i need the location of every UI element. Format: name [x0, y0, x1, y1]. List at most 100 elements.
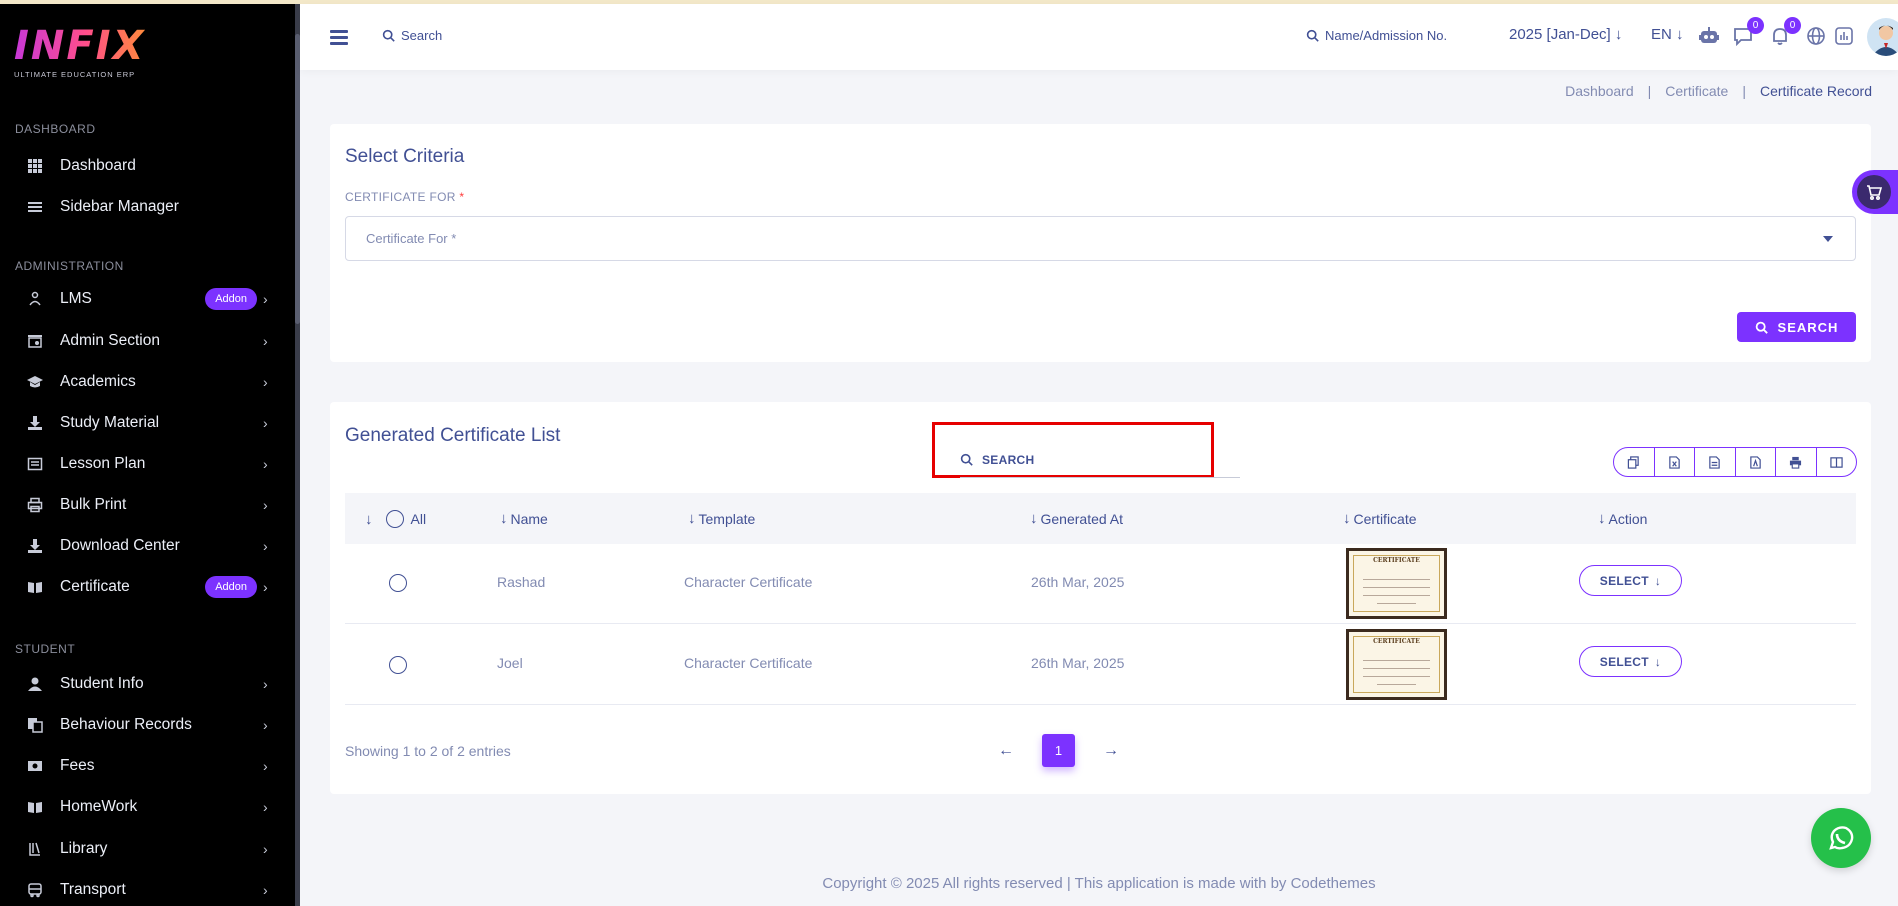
chat-icon[interactable]: 0: [1732, 17, 1764, 47]
breadcrumb-separator: |: [1647, 83, 1652, 99]
arrow-down-icon: ↓: [1654, 573, 1662, 588]
prev-page-icon[interactable]: ←: [998, 742, 1014, 760]
sidebar-scrollbar[interactable]: [295, 4, 300, 906]
column-action[interactable]: ↓ Action: [1598, 510, 1647, 527]
arrow-down-icon: ↓: [1654, 654, 1662, 669]
row-select-radio[interactable]: [389, 574, 407, 592]
printer-icon: [1790, 456, 1802, 469]
breadcrumb-dashboard[interactable]: Dashboard: [1565, 83, 1634, 99]
lms-icon: [27, 291, 43, 307]
sidebar-item-fees[interactable]: Fees ›: [0, 749, 295, 783]
caret-down-icon: [1823, 236, 1833, 242]
copy-icon: [1628, 455, 1639, 469]
row-name: Rashad: [497, 574, 546, 590]
chat-count-badge: 0: [1747, 17, 1764, 34]
column-template[interactable]: ↓ Template: [688, 510, 755, 527]
print-button[interactable]: [1776, 448, 1817, 476]
search-icon: [1306, 29, 1319, 42]
table-search-placeholder: SEARCH: [982, 452, 1035, 467]
select-action-label: SELECT: [1599, 573, 1649, 588]
required-mark: *: [459, 190, 465, 204]
bell-icon[interactable]: 0: [1769, 17, 1801, 47]
chevron-right-icon: ›: [263, 415, 268, 431]
header-search[interactable]: Search: [382, 28, 442, 43]
sidebar-item-admin-section[interactable]: Admin Section ›: [0, 324, 295, 358]
library-icon: [27, 841, 43, 857]
bus-icon: [27, 882, 43, 898]
sidebar-item-academics[interactable]: Academics ›: [0, 365, 295, 399]
grid-icon: [27, 158, 43, 174]
book-open-icon: [27, 579, 43, 595]
sidebar-item-label: Download Center: [60, 537, 180, 554]
language-label: EN: [1651, 26, 1672, 43]
csv-button[interactable]: [1695, 448, 1736, 476]
generated-certificate-list-card: Generated Certificate List SEARCH ↓ All …: [330, 402, 1871, 794]
chevron-right-icon: ›: [263, 882, 268, 898]
select-all-header[interactable]: ↓ All: [365, 510, 426, 528]
whatsapp-button[interactable]: [1811, 808, 1871, 868]
sidebar-item-study-material[interactable]: Study Material ›: [0, 406, 295, 440]
notification-count-badge: 0: [1784, 17, 1801, 34]
select-all-radio[interactable]: [385, 510, 404, 528]
excel-button[interactable]: [1655, 448, 1695, 476]
search-icon: [960, 453, 973, 466]
sidebar-item-library[interactable]: Library ›: [0, 832, 295, 866]
report-icon[interactable]: [1833, 25, 1855, 47]
avatar[interactable]: [1867, 18, 1898, 56]
sidebar-item-student-info[interactable]: Student Info ›: [0, 667, 295, 701]
admission-search[interactable]: Name/Admission No.: [1306, 28, 1447, 43]
column-header-template: Template: [698, 510, 756, 527]
floating-cart-button[interactable]: [1852, 170, 1898, 214]
chevron-right-icon: ›: [263, 374, 268, 390]
sidebar-item-sidebar-manager[interactable]: Sidebar Manager: [0, 190, 295, 224]
sidebar-item-transport[interactable]: Transport ›: [0, 873, 295, 906]
sidebar-item-dashboard[interactable]: Dashboard: [0, 149, 295, 183]
copy-button[interactable]: [1614, 448, 1655, 476]
column-generated-at[interactable]: ↓ Generated At: [1030, 510, 1123, 527]
academic-year-select[interactable]: 2025 [Jan-Dec] ↓: [1509, 26, 1622, 43]
sidebar-item-certificate[interactable]: Certificate Addon ›: [0, 570, 295, 604]
logo[interactable]: INFIX ULTIMATE EDUCATION ERP: [14, 24, 145, 79]
sidebar-item-label: Sidebar Manager: [60, 198, 179, 215]
certificate-thumbnail[interactable]: CERTIFICATE: [1346, 548, 1447, 619]
sidebar-scrollbar-thumb[interactable]: [295, 34, 300, 324]
pagination: ← 1 →: [998, 734, 1119, 767]
sidebar: INFIX ULTIMATE EDUCATION ERP DASHBOARD D…: [0, 4, 300, 906]
robot-icon[interactable]: [1698, 25, 1720, 47]
column-visibility-button[interactable]: [1817, 448, 1857, 476]
pdf-button[interactable]: [1736, 448, 1776, 476]
chevron-right-icon: ›: [263, 799, 268, 815]
footer-copyright: Copyright © 2025 All rights reserved | T…: [822, 875, 1376, 892]
sort-arrow-icon: ↓: [1343, 510, 1351, 527]
sidebar-item-label: HomeWork: [60, 798, 138, 815]
sidebar-item-homework[interactable]: HomeWork ›: [0, 790, 295, 824]
sidebar-item-bulk-print[interactable]: Bulk Print ›: [0, 488, 295, 522]
page-number-button[interactable]: 1: [1042, 734, 1075, 767]
select-action-button[interactable]: SELECT ↓: [1579, 565, 1682, 596]
column-name[interactable]: ↓ Name: [500, 510, 548, 527]
academic-year-label: 2025 [Jan-Dec]: [1509, 26, 1611, 43]
chevron-right-icon: ›: [263, 538, 268, 554]
certificate-for-placeholder: Certificate For *: [366, 231, 457, 246]
sidebar-item-behaviour-records[interactable]: Behaviour Records ›: [0, 708, 295, 742]
logo-tagline: ULTIMATE EDUCATION ERP: [14, 70, 136, 79]
language-select[interactable]: EN ↓: [1651, 26, 1684, 43]
breadcrumb-certificate[interactable]: Certificate: [1665, 83, 1728, 99]
next-page-icon[interactable]: →: [1103, 742, 1119, 760]
sidebar-item-label: LMS: [60, 290, 92, 307]
select-action-button[interactable]: SELECT ↓: [1579, 646, 1682, 677]
certificate-thumbnail[interactable]: CERTIFICATE: [1346, 629, 1447, 700]
table-search-input[interactable]: SEARCH: [960, 442, 1240, 478]
certificate-thumbnail-line: [1363, 579, 1430, 580]
certificate-for-select[interactable]: Certificate For *: [345, 216, 1856, 261]
menu-toggle-icon[interactable]: [330, 30, 348, 45]
globe-icon[interactable]: [1805, 25, 1827, 47]
column-certificate[interactable]: ↓ Certificate: [1343, 510, 1417, 527]
certificate-thumbnail-line: [1377, 684, 1416, 685]
sidebar-item-download-center[interactable]: Download Center ›: [0, 529, 295, 563]
certificate-thumbnail-title: CERTIFICATE: [1373, 638, 1420, 645]
search-button[interactable]: SEARCH: [1737, 312, 1856, 342]
sidebar-item-lms[interactable]: LMS Addon ›: [0, 282, 295, 316]
sidebar-item-lesson-plan[interactable]: Lesson Plan ›: [0, 447, 295, 481]
row-select-radio[interactable]: [389, 656, 407, 674]
